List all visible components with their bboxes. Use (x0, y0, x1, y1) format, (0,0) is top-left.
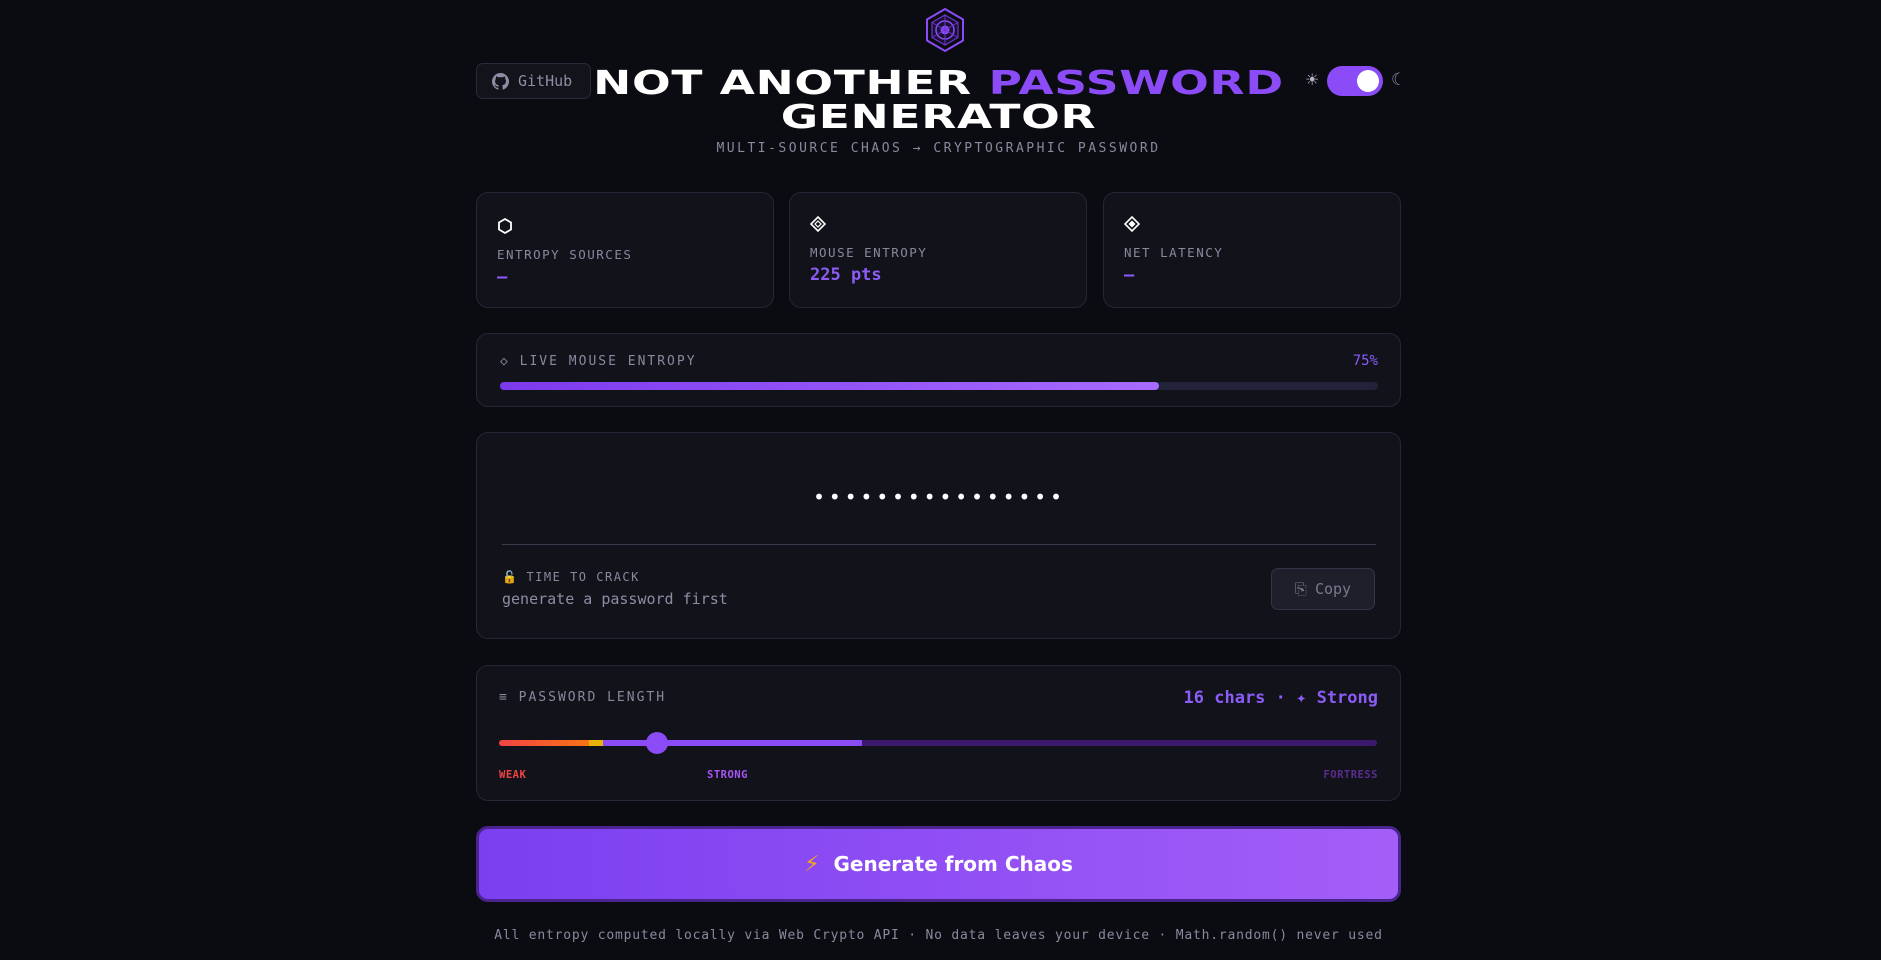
length-slider-thumb[interactable] (646, 732, 668, 754)
stat-label: NET LATENCY (1124, 245, 1224, 260)
password-display[interactable]: •••••••••••••••• (477, 485, 1402, 509)
stat-label: ENTROPY SOURCES (497, 247, 633, 262)
lock-icon: 🔓 (502, 570, 519, 584)
tick-fortress: FORTRESS (1323, 769, 1378, 781)
tick-weak: WEAK (499, 769, 527, 781)
length-slider-track[interactable] (499, 740, 1377, 746)
stat-value: — (497, 267, 508, 287)
theme-switcher: ☀ ☾ (1305, 66, 1406, 96)
length-summary: 16 chars · ✦ Strong (1183, 688, 1378, 708)
length-header: ≡ PASSWORD LENGTH (499, 690, 666, 705)
title-line-2: GENERATOR (780, 97, 1097, 136)
hexagon-icon (498, 217, 512, 235)
menu-lines-icon: ≡ (499, 690, 509, 705)
toggle-knob (1357, 70, 1379, 92)
theme-toggle[interactable] (1327, 66, 1383, 96)
moon-icon: ☾ (1391, 70, 1407, 90)
stat-card-mouse-entropy: MOUSE ENTROPY 225 pts (789, 192, 1087, 308)
password-length-panel: ≡ PASSWORD LENGTH 16 chars · ✦ Strong WE… (476, 665, 1401, 801)
length-label: PASSWORD LENGTH (518, 690, 667, 705)
diamond-outline-icon: ◇ (500, 354, 510, 369)
live-mouse-entropy-panel: ◇ LIVE MOUSE ENTROPY 75% (476, 333, 1401, 407)
divider (502, 544, 1376, 545)
copy-label: Copy (1314, 580, 1352, 598)
stat-value: — (1124, 265, 1135, 285)
stat-label: MOUSE ENTROPY (810, 245, 928, 260)
time-to-crack-label: TIME TO CRACK (526, 570, 640, 584)
subtitle: MULTI-SOURCE CHAOS → CRYPTOGRAPHIC PASSW… (716, 141, 1161, 156)
time-to-crack-header: 🔓 TIME TO CRACK (502, 570, 640, 584)
generate-button[interactable]: ⚡ Generate from Chaos (476, 826, 1401, 902)
diamond-grid-icon (1123, 215, 1141, 233)
tick-strong: STRONG (707, 769, 748, 781)
stat-value: 225 pts (810, 265, 882, 285)
slider-segment-strong (603, 740, 862, 746)
app-container: GitHub NOT ANOTHER PASSWORD GENERATOR ☀ … (476, 0, 1406, 960)
slider-segment-fair (589, 740, 603, 746)
live-entropy-label: LIVE MOUSE ENTROPY (519, 354, 697, 369)
logo-icon (926, 7, 964, 53)
clipboard-icon: ⎘ (1294, 580, 1307, 598)
diamond-icon (809, 215, 827, 233)
stat-card-net-latency: NET LATENCY — (1103, 192, 1401, 308)
time-to-crack-value: generate a password first (502, 590, 728, 608)
generate-label: Generate from Chaos (833, 852, 1073, 876)
copy-button[interactable]: ⎘ Copy (1271, 568, 1375, 610)
live-entropy-header: ◇ LIVE MOUSE ENTROPY (500, 354, 697, 369)
entropy-progress-fill (500, 382, 1159, 390)
live-entropy-percent: 75% (1352, 353, 1378, 369)
password-panel: •••••••••••••••• 🔓 TIME TO CRACK generat… (476, 432, 1401, 639)
slider-segment-weak (499, 740, 589, 746)
entropy-progress-track (500, 382, 1378, 390)
footer-note: All entropy computed locally via Web Cry… (494, 928, 1383, 943)
stat-card-entropy-sources: ENTROPY SOURCES — (476, 192, 774, 308)
page-title: NOT ANOTHER PASSWORD GENERATOR (452, 66, 1425, 134)
sun-icon: ☀ (1305, 70, 1320, 89)
lightning-icon: ⚡ (804, 851, 820, 877)
